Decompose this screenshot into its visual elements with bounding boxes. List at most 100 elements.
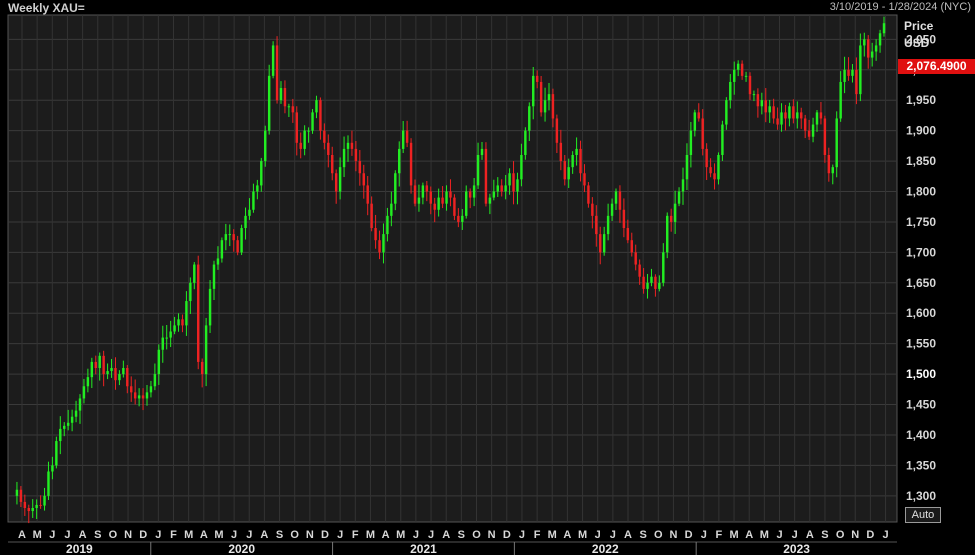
candle-body xyxy=(654,276,657,289)
x-tick-label: J xyxy=(610,529,616,541)
candle-body xyxy=(618,191,622,210)
candle-body xyxy=(807,130,811,137)
y-tick-label: 1,650 xyxy=(906,276,936,290)
candle-body xyxy=(145,392,149,399)
candle-body xyxy=(827,154,831,174)
candle-body xyxy=(646,282,649,289)
x-tick-label: A xyxy=(18,529,26,541)
candle-body xyxy=(264,130,267,162)
candle-body xyxy=(70,416,74,423)
candle-body xyxy=(19,489,23,502)
x-tick-label: M xyxy=(729,529,738,541)
x-tick-label: J xyxy=(49,529,55,541)
candle-body xyxy=(165,337,168,339)
chart-window: Weekly XAU= 3/10/2019 - 1/28/2024 (NYC) … xyxy=(0,0,975,555)
x-tick-label: S xyxy=(94,529,101,541)
candle-body xyxy=(863,39,866,46)
candle-body xyxy=(421,185,425,198)
candle-body xyxy=(98,355,101,369)
candle-body xyxy=(725,100,728,125)
x-tick-label: A xyxy=(745,529,753,541)
candle-body xyxy=(788,106,791,119)
candle-body xyxy=(709,167,712,174)
candle-body xyxy=(141,395,145,399)
candle-body xyxy=(114,368,117,381)
candle-body xyxy=(74,410,78,417)
candle-body xyxy=(66,422,70,426)
candle-body xyxy=(839,81,842,119)
candle-body xyxy=(673,203,677,222)
year-label: 2019 xyxy=(66,542,93,555)
candle-body xyxy=(398,148,401,174)
candle-body xyxy=(583,173,586,186)
candle-body xyxy=(287,106,291,108)
candle-body xyxy=(216,258,220,265)
x-tick-label: S xyxy=(458,529,465,541)
candle-body xyxy=(386,215,389,235)
candle-body xyxy=(701,118,704,149)
candle-body xyxy=(212,264,216,289)
candle-body xyxy=(338,167,342,192)
candle-body xyxy=(315,100,318,113)
candle-body xyxy=(185,301,188,326)
candle-body xyxy=(461,215,464,222)
candle-body xyxy=(354,148,358,162)
candle-body xyxy=(476,154,480,186)
candle-body xyxy=(606,215,610,235)
candle-body xyxy=(240,228,243,253)
candle-body xyxy=(39,504,42,506)
y-tick-label: 1,850 xyxy=(906,154,936,168)
candle-body xyxy=(729,81,732,101)
candle-body xyxy=(733,69,736,82)
x-tick-label: J xyxy=(595,529,601,541)
candle-body xyxy=(874,45,878,52)
candle-body xyxy=(650,276,653,283)
candle-body xyxy=(756,94,760,107)
candle-body xyxy=(563,161,566,180)
candle-body xyxy=(567,167,570,180)
candle-body xyxy=(90,361,94,378)
x-tick-label: O xyxy=(109,529,118,541)
candle-body xyxy=(465,191,468,216)
candle-body xyxy=(559,142,563,162)
candle-body xyxy=(208,288,212,326)
candle-body xyxy=(378,240,381,253)
x-tick-label: O xyxy=(654,529,663,541)
candle-body xyxy=(591,203,594,216)
candle-body xyxy=(236,240,239,253)
candle-body xyxy=(638,264,641,277)
candle-body xyxy=(516,179,519,192)
candle-body xyxy=(681,179,685,192)
candle-body xyxy=(626,228,630,241)
x-tick-label: J xyxy=(337,529,343,541)
candle-body xyxy=(260,161,263,186)
candle-body xyxy=(484,148,488,204)
candle-body xyxy=(350,142,354,149)
candle-body xyxy=(819,112,823,119)
candle-body xyxy=(173,325,176,332)
candle-body xyxy=(102,355,105,375)
candle-body xyxy=(169,331,172,338)
x-tick-label: J xyxy=(701,529,707,541)
candle-body xyxy=(43,495,46,506)
candlestick-chart[interactable]: 1,300 1,350 1,400 1,450 1,500 1,550 1,600 1,650… xyxy=(0,0,975,555)
candle-body xyxy=(303,130,306,149)
candle xyxy=(484,142,488,207)
candle-body xyxy=(177,319,180,326)
candle xyxy=(721,120,724,161)
candle-body xyxy=(504,185,507,192)
x-tick-label: J xyxy=(155,529,161,541)
candle-body xyxy=(882,23,886,34)
auto-scale-button[interactable]: Auto xyxy=(905,507,941,523)
candle-body xyxy=(811,124,815,137)
candle-body xyxy=(547,94,551,101)
x-tick-label: D xyxy=(503,529,511,541)
candle xyxy=(240,224,243,256)
candle-body xyxy=(595,215,598,235)
last-price-tag: 2,076.4900 xyxy=(898,59,975,74)
candle-body xyxy=(153,374,157,387)
candle-body xyxy=(319,100,322,131)
candle-body xyxy=(855,69,858,95)
candle-body xyxy=(685,154,689,180)
candle-body xyxy=(394,173,397,204)
